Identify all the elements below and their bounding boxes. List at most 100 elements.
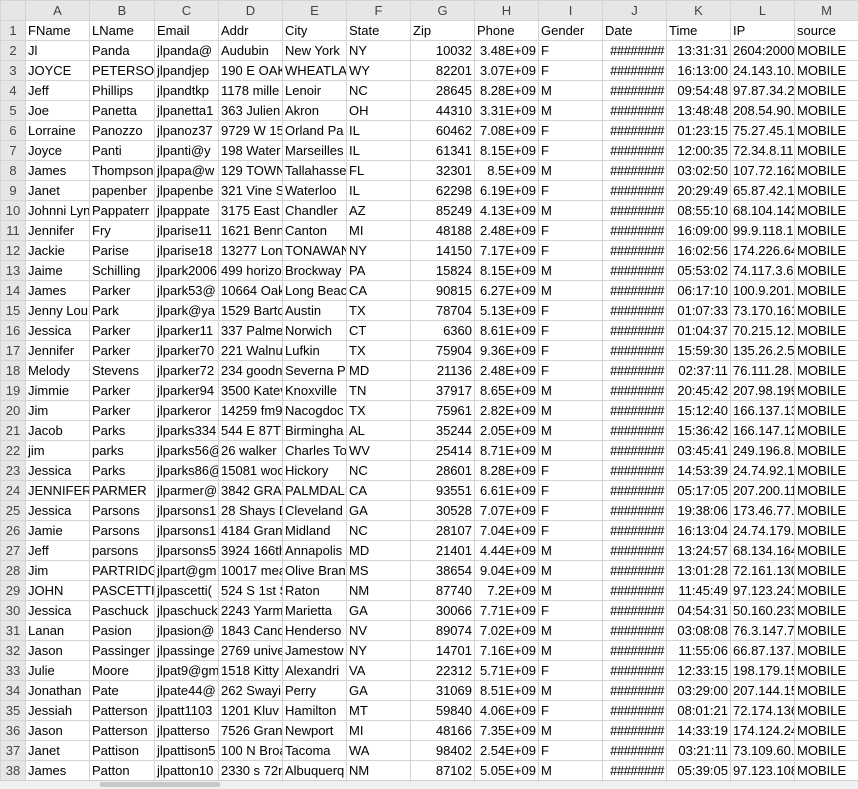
cell[interactable]: MOBILE bbox=[794, 480, 858, 501]
cell[interactable]: MOBILE bbox=[794, 260, 858, 281]
column-header-j[interactable]: J bbox=[602, 0, 667, 21]
cell[interactable]: Pattison bbox=[89, 740, 155, 761]
cell[interactable]: AZ bbox=[346, 200, 411, 221]
cell[interactable]: 60462 bbox=[410, 120, 475, 141]
cell[interactable]: 03:08:08 bbox=[666, 620, 731, 641]
cell[interactable]: MOBILE bbox=[794, 100, 858, 121]
row-header[interactable]: 14 bbox=[0, 280, 26, 301]
cell[interactable]: jlparise11 bbox=[154, 220, 219, 241]
row-header[interactable]: 33 bbox=[0, 660, 26, 681]
cell[interactable]: jlpatton10 bbox=[154, 760, 219, 781]
row-header[interactable]: 7 bbox=[0, 140, 26, 161]
cell[interactable]: 72.34.8.11 bbox=[730, 140, 795, 161]
cell[interactable]: jlpattison5 bbox=[154, 740, 219, 761]
cell[interactable]: 1201 Kluv bbox=[218, 700, 283, 721]
cell[interactable]: 337 Palme bbox=[218, 320, 283, 341]
cell[interactable]: jlpatt1103 bbox=[154, 700, 219, 721]
cell[interactable]: MOBILE bbox=[794, 420, 858, 441]
cell[interactable]: 524 S 1st S bbox=[218, 580, 283, 601]
cell[interactable]: M bbox=[538, 160, 603, 181]
cell[interactable]: 2.82E+09 bbox=[474, 400, 539, 421]
cell[interactable]: Panda bbox=[89, 40, 155, 61]
row-header[interactable]: 15 bbox=[0, 300, 26, 321]
cell[interactable]: 74.117.3.6 bbox=[730, 260, 795, 281]
cell[interactable]: 11:45:49 bbox=[666, 580, 731, 601]
cell[interactable]: 9729 W 15 bbox=[218, 120, 283, 141]
cell[interactable]: 7.08E+09 bbox=[474, 120, 539, 141]
cell[interactable]: Panti bbox=[89, 140, 155, 161]
cell[interactable]: 10664 Oak bbox=[218, 280, 283, 301]
cell[interactable]: 13:31:31 bbox=[666, 40, 731, 61]
cell[interactable]: F bbox=[538, 60, 603, 81]
cell[interactable]: MOBILE bbox=[794, 380, 858, 401]
cell[interactable]: Passinger bbox=[89, 640, 155, 661]
cell[interactable]: Parker bbox=[89, 280, 155, 301]
cell[interactable]: 2243 Yarm bbox=[218, 600, 283, 621]
cell[interactable]: Lufkin bbox=[282, 340, 347, 361]
cell[interactable]: 24.74.92.1 bbox=[730, 460, 795, 481]
cell[interactable]: Patterson bbox=[89, 700, 155, 721]
cell[interactable]: 28601 bbox=[410, 460, 475, 481]
cell[interactable]: Tallahasse bbox=[282, 160, 347, 181]
cell[interactable]: MOBILE bbox=[794, 760, 858, 781]
cell[interactable]: NM bbox=[346, 580, 411, 601]
cell[interactable]: 10032 bbox=[410, 40, 475, 61]
cell[interactable]: MOBILE bbox=[794, 740, 858, 761]
cell[interactable]: 31069 bbox=[410, 680, 475, 701]
cell[interactable]: 174.226.64 bbox=[730, 240, 795, 261]
cell[interactable]: jlparsons1 bbox=[154, 520, 219, 541]
cell[interactable]: Parks bbox=[89, 460, 155, 481]
cell[interactable]: ######## bbox=[602, 320, 667, 341]
column-header-d[interactable]: D bbox=[218, 0, 283, 21]
cell[interactable]: Jeff bbox=[25, 80, 90, 101]
cell[interactable]: F bbox=[538, 320, 603, 341]
row-header[interactable]: 23 bbox=[0, 460, 26, 481]
cell[interactable]: Panozzo bbox=[89, 120, 155, 141]
cell[interactable]: Knoxville bbox=[282, 380, 347, 401]
cell[interactable]: Zip bbox=[410, 20, 475, 41]
cell[interactable]: F bbox=[538, 600, 603, 621]
cell[interactable]: 6.19E+09 bbox=[474, 180, 539, 201]
cell[interactable]: 7.04E+09 bbox=[474, 520, 539, 541]
cell[interactable]: WHEATLA bbox=[282, 60, 347, 81]
cell[interactable]: 3500 Katev bbox=[218, 380, 283, 401]
cell[interactable]: 97.123.108 bbox=[730, 760, 795, 781]
cell[interactable]: jlpat9@gm bbox=[154, 660, 219, 681]
cell[interactable]: jlparkeror bbox=[154, 400, 219, 421]
cell[interactable]: F bbox=[538, 220, 603, 241]
column-header-b[interactable]: B bbox=[89, 0, 155, 21]
row-header[interactable]: 1 bbox=[0, 20, 26, 41]
cell[interactable]: jlpaschuck bbox=[154, 600, 219, 621]
cell[interactable]: 13:01:28 bbox=[666, 560, 731, 581]
cell[interactable]: Patton bbox=[89, 760, 155, 781]
cell[interactable]: Annapolis bbox=[282, 540, 347, 561]
cell[interactable]: 75.27.45.1 bbox=[730, 120, 795, 141]
cell[interactable]: jlpascetti( bbox=[154, 580, 219, 601]
cell[interactable]: 28 Shays D bbox=[218, 500, 283, 521]
cell[interactable]: 1518 Kitty bbox=[218, 660, 283, 681]
cell[interactable]: Brockway bbox=[282, 260, 347, 281]
cell[interactable]: CA bbox=[346, 480, 411, 501]
cell[interactable]: 6.61E+09 bbox=[474, 480, 539, 501]
cell[interactable]: 207.200.11 bbox=[730, 480, 795, 501]
cell[interactable]: 208.54.90. bbox=[730, 100, 795, 121]
cell[interactable]: MOBILE bbox=[794, 220, 858, 241]
cell[interactable]: 499 horizo bbox=[218, 260, 283, 281]
cell[interactable]: ######## bbox=[602, 640, 667, 661]
cell[interactable]: 78704 bbox=[410, 300, 475, 321]
cell[interactable]: 32301 bbox=[410, 160, 475, 181]
cell[interactable]: 221 Walnu bbox=[218, 340, 283, 361]
cell[interactable]: 207.98.199 bbox=[730, 380, 795, 401]
cell[interactable]: Olive Bran bbox=[282, 560, 347, 581]
cell[interactable]: jlpanda@ bbox=[154, 40, 219, 61]
cell[interactable]: MD bbox=[346, 540, 411, 561]
row-header[interactable]: 16 bbox=[0, 320, 26, 341]
cell[interactable]: Patterson bbox=[89, 720, 155, 741]
cell[interactable]: ######## bbox=[602, 180, 667, 201]
cell[interactable]: Fry bbox=[89, 220, 155, 241]
cell[interactable]: 4.13E+09 bbox=[474, 200, 539, 221]
cell[interactable]: ######## bbox=[602, 440, 667, 461]
row-header[interactable]: 30 bbox=[0, 600, 26, 621]
cell[interactable]: 166.147.12 bbox=[730, 420, 795, 441]
row-header[interactable]: 18 bbox=[0, 360, 26, 381]
